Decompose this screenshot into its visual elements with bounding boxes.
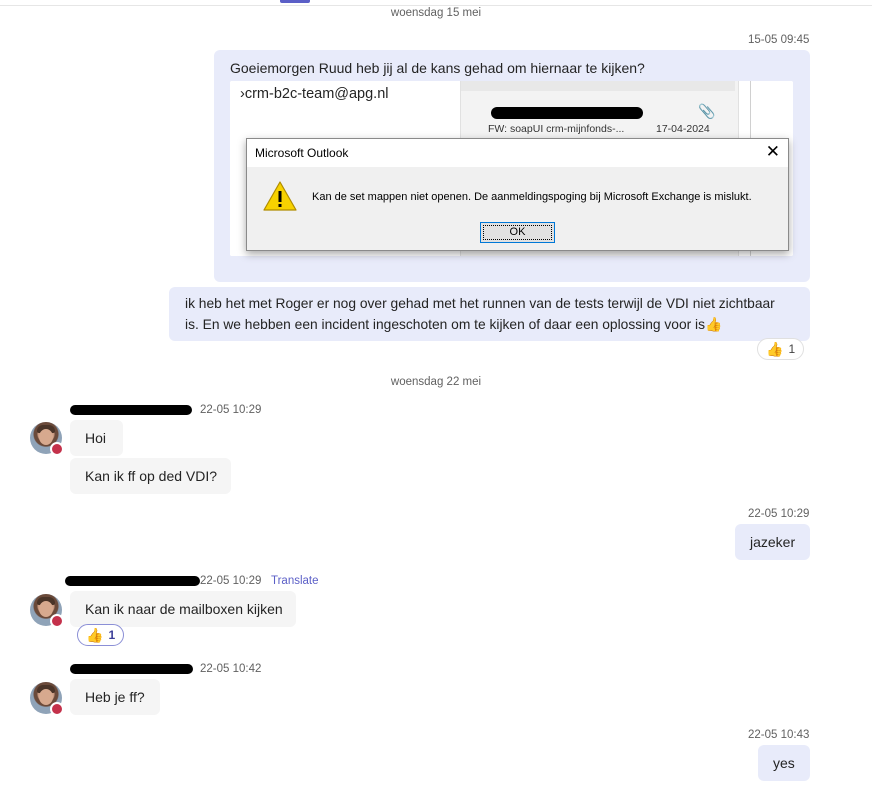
- paperclip-icon: 📎: [698, 103, 716, 119]
- incoming-message[interactable]: Kan ik ff op ded VDI?: [70, 458, 231, 494]
- message-timestamp: 22-05 10:43: [748, 729, 810, 741]
- reaction-count: 1: [788, 342, 796, 356]
- mail-subject: FW: soapUI crm-mijnfonds-...: [488, 123, 625, 135]
- message-text: Heb je ff?: [85, 689, 145, 705]
- message-text: Kan ik ff op ded VDI?: [85, 468, 218, 484]
- outgoing-message[interactable]: jazeker: [735, 524, 810, 560]
- dialog-message: Kan de set mappen niet openen. De aanmel…: [312, 191, 752, 203]
- thumbs-up-emoji: 👍: [705, 317, 723, 332]
- incoming-message[interactable]: Kan ik naar de mailboxen kijken: [70, 591, 296, 627]
- date-separator: woensdag 22 mei: [390, 376, 482, 388]
- outlook-error-dialog: Microsoft Outlook ✕ Kan de set mappen ni…: [246, 138, 789, 251]
- folder-label: ›crm-b2c-team@apg.nl: [240, 86, 389, 102]
- close-icon: ✕: [765, 142, 780, 161]
- incoming-message[interactable]: Heb je ff?: [70, 679, 160, 715]
- reaction-pill[interactable]: 👍 1: [77, 624, 125, 646]
- dialog-title: Microsoft Outlook: [255, 146, 349, 160]
- message-text: jazeker: [750, 534, 796, 550]
- message-timestamp: 22-05 10:42: [200, 663, 262, 675]
- incoming-message[interactable]: Hoi: [70, 420, 123, 456]
- avatar[interactable]: [30, 422, 64, 456]
- message-text: yes: [773, 755, 795, 771]
- reaction-count: 1: [108, 628, 116, 642]
- presence-busy-icon: [50, 702, 64, 716]
- presence-busy-icon: [50, 614, 64, 628]
- presence-busy-icon: [50, 442, 64, 456]
- redacted-sender-name: [65, 576, 200, 586]
- outgoing-message[interactable]: yes: [758, 745, 810, 781]
- message-timestamp: 15-05 09:45: [748, 34, 810, 46]
- message-text: Hoi: [85, 430, 107, 446]
- mail-date: 17-04-2024: [656, 123, 710, 135]
- top-divider: [0, 5, 872, 6]
- thumbs-up-icon: 👍: [766, 341, 784, 357]
- translate-link[interactable]: Translate: [271, 575, 319, 587]
- warning-icon: [263, 181, 297, 211]
- dialog-titlebar: Microsoft Outlook ✕: [247, 139, 788, 167]
- message-timestamp: 22-05 10:29: [200, 575, 262, 587]
- thumbs-up-icon: 👍: [86, 627, 104, 643]
- date-separator: woensdag 15 mei: [390, 7, 482, 19]
- message-text: Kan ik naar de mailboxen kijken: [85, 601, 283, 617]
- mail-list-header: [461, 81, 735, 91]
- avatar[interactable]: [30, 594, 64, 628]
- outgoing-message[interactable]: ik heb het met Roger er nog over gehad m…: [169, 287, 810, 341]
- ok-button: OK: [480, 222, 555, 243]
- redacted-sender-name: [70, 405, 192, 415]
- reaction-pill[interactable]: 👍 1: [757, 338, 805, 360]
- avatar[interactable]: [30, 682, 64, 716]
- message-text: ik heb het met Roger er nog over gehad m…: [185, 296, 775, 332]
- top-bar: [0, 0, 872, 6]
- message-text: Goeiemorgen Ruud heb jij al de kans geha…: [230, 60, 645, 76]
- message-timestamp: 22-05 10:29: [200, 404, 262, 416]
- active-tab-indicator: [280, 0, 310, 3]
- redacted-sender-name: [70, 664, 193, 674]
- redacted-sender: [491, 107, 643, 119]
- message-timestamp: 22-05 10:29: [748, 508, 810, 520]
